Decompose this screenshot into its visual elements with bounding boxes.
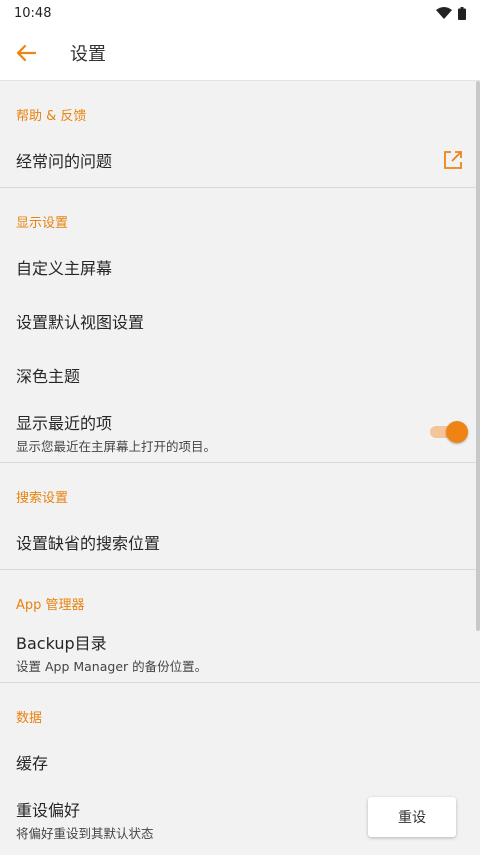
default-view-label: 设置默认视图设置 bbox=[16, 313, 145, 332]
app-bar: 设置 bbox=[0, 26, 480, 81]
reset-button[interactable]: 重设 bbox=[368, 797, 456, 837]
faq-label: 经常问的问题 bbox=[16, 152, 113, 171]
recent-items-desc: 显示您最近在主屏幕上打开的项目。 bbox=[16, 438, 217, 454]
faq-item[interactable]: 经常问的问题 bbox=[0, 133, 480, 187]
arrow-back-icon bbox=[16, 44, 36, 62]
open-external-icon bbox=[444, 151, 462, 169]
dark-theme-item[interactable]: 深色主题 bbox=[0, 348, 480, 402]
custom-home-item[interactable]: 自定义主屏幕 bbox=[0, 240, 480, 294]
backup-dir-item[interactable]: Backup目录 设置 App Manager 的备份位置。 bbox=[0, 622, 480, 682]
page-title: 设置 bbox=[70, 44, 106, 65]
dark-theme-label: 深色主题 bbox=[16, 367, 81, 386]
status-time: 10:48 bbox=[14, 5, 52, 21]
default-search-location-label: 设置缺省的搜索位置 bbox=[16, 534, 161, 553]
section-header-display: 显示设置 bbox=[16, 216, 69, 231]
custom-home-label: 自定义主屏幕 bbox=[16, 259, 113, 278]
section-header-search: 搜索设置 bbox=[16, 491, 69, 506]
recent-items-item[interactable]: 显示最近的项 显示您最近在主屏幕上打开的项目。 bbox=[0, 402, 480, 462]
reset-prefs-item[interactable]: 重设偏好 将偏好重设到其默认状态 重设 bbox=[0, 789, 480, 849]
recent-items-title: 显示最近的项 bbox=[16, 413, 113, 433]
backup-dir-title: Backup目录 bbox=[16, 633, 107, 653]
section-header-help: 帮助 & 反馈 bbox=[16, 109, 87, 124]
default-search-location-item[interactable]: 设置缺省的搜索位置 bbox=[0, 515, 480, 569]
status-bar: 10:48 bbox=[0, 0, 480, 26]
recent-items-toggle[interactable] bbox=[428, 421, 468, 443]
backup-dir-desc: 设置 App Manager 的备份位置。 bbox=[16, 658, 208, 674]
scrollbar[interactable] bbox=[476, 81, 480, 631]
wifi-icon bbox=[436, 7, 452, 19]
cache-label: 缓存 bbox=[16, 754, 49, 773]
cache-item[interactable]: 缓存 bbox=[0, 735, 480, 789]
settings-list[interactable]: 帮助 & 反馈 经常问的问题 显示设置 自定义主屏幕 设置默认视图设置 深色主题… bbox=[0, 81, 480, 855]
default-view-item[interactable]: 设置默认视图设置 bbox=[0, 294, 480, 348]
section-header-app-manager: App 管理器 bbox=[16, 598, 85, 613]
back-button[interactable] bbox=[0, 26, 54, 81]
battery-icon bbox=[458, 6, 466, 20]
section-header-data: 数据 bbox=[16, 711, 43, 726]
